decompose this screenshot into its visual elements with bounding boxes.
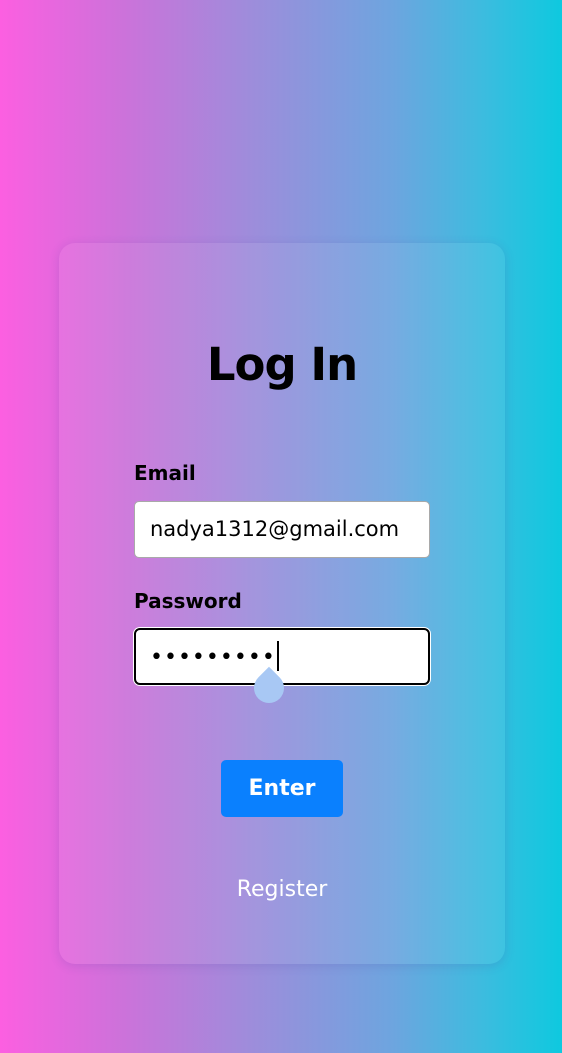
text-caret-icon [276, 641, 279, 671]
enter-button[interactable]: Enter [221, 760, 343, 817]
email-value: nadya1312@gmail.com [150, 517, 400, 541]
password-value: ••••••••• [150, 645, 276, 670]
password-label: Password [134, 589, 242, 613]
register-link[interactable]: Register [59, 877, 505, 902]
password-field[interactable]: ••••••••• [134, 628, 430, 685]
page-title: Log In [206, 338, 358, 391]
login-card: Log In Email nadya1312@gmail.com Passwor… [59, 243, 505, 964]
email-field[interactable]: nadya1312@gmail.com [134, 501, 430, 558]
email-label: Email [134, 461, 196, 485]
